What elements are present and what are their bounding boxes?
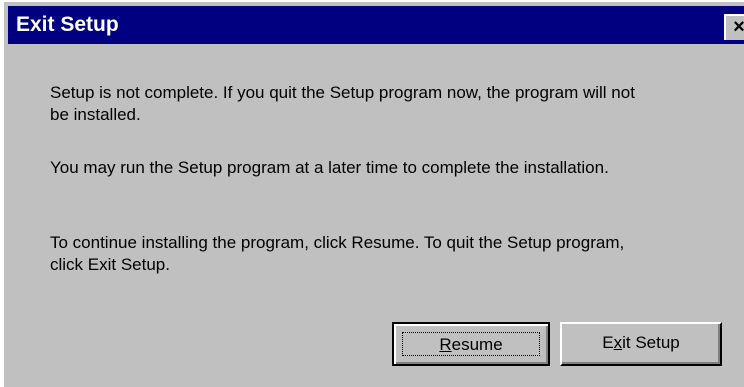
resume-button[interactable]: Resume (392, 322, 550, 366)
message-line: To continue installing the program, clic… (50, 233, 625, 252)
resume-label-rest: esume (451, 335, 503, 354)
message-line: be installed. (50, 105, 141, 124)
exit-label-start: E (602, 333, 614, 352)
resume-mnemonic: R (439, 335, 452, 354)
message-paragraph-later: You may run the Setup program at a later… (50, 157, 609, 179)
title-bar[interactable]: Exit Setup × (8, 6, 744, 44)
close-icon: × (733, 16, 744, 38)
window-title: Exit Setup (16, 13, 119, 36)
message-paragraph-instructions: To continue installing the program, clic… (50, 232, 624, 276)
close-button[interactable]: × (724, 14, 744, 40)
exit-setup-button[interactable]: Exit Setup (560, 322, 722, 366)
exit-mnemonic: x (613, 333, 623, 352)
message-paragraph-incomplete: Setup is not complete. If you quit the S… (50, 82, 635, 126)
focus-rectangle: Resume (402, 332, 540, 356)
message-line: You may run the Setup program at a later… (50, 158, 609, 177)
message-line: Setup is not complete. If you quit the S… (50, 83, 635, 102)
exit-setup-dialog: Exit Setup × Setup is not complete. If y… (2, 0, 744, 387)
exit-label-rest: it Setup (622, 333, 680, 352)
message-line: click Exit Setup. (50, 255, 170, 274)
